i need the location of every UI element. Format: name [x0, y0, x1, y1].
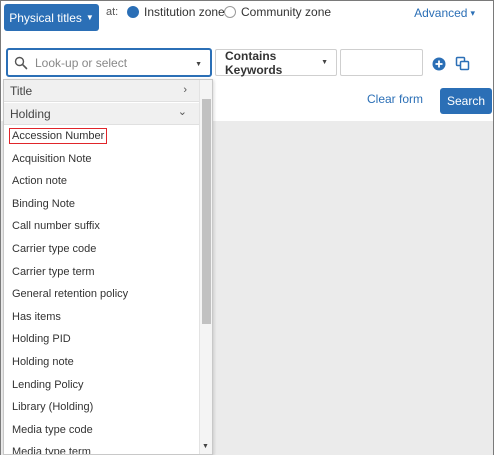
dropdown-item[interactable]: Action note [4, 170, 199, 193]
search-scope-button[interactable]: Physical titles ▼ [4, 4, 99, 31]
dropdown-item[interactable]: Binding Note [4, 193, 199, 216]
dropdown-item[interactable]: Library (Holding) [4, 396, 199, 419]
dropdown-item[interactable]: Acquisition Note [4, 148, 199, 171]
dropdown-item[interactable]: Carrier type term [4, 261, 199, 284]
duplicate-icon[interactable] [455, 56, 470, 71]
search-topbar: Physical titles ▼ at: Institution zone C… [1, 1, 494, 31]
scrollbar-thumb[interactable] [202, 99, 211, 324]
advanced-label: Advanced [414, 6, 468, 20]
add-row-icon[interactable] [432, 57, 446, 71]
group-label: Holding [10, 106, 51, 121]
dropdown-item[interactable]: Carrier type code [4, 238, 199, 261]
chevron-down-icon: ⌄ [177, 106, 187, 118]
chevron-down-icon: ▾ [470, 7, 475, 18]
radio-selected-icon [127, 6, 139, 18]
community-zone-label: Community zone [241, 5, 332, 19]
caret-down-icon: ▼ [85, 13, 94, 22]
search-window: Physical titles ▼ at: Institution zone C… [0, 0, 494, 455]
condition-label: Contains Keywords [225, 48, 283, 77]
search-value-input[interactable] [340, 49, 423, 76]
community-zone-radio[interactable]: Community zone [224, 5, 331, 19]
dropdown-item[interactable]: General retention policy [4, 283, 199, 306]
dropdown-group-holding[interactable]: Holding ⌄ [4, 103, 199, 125]
radio-unselected-icon [224, 6, 236, 18]
institution-zone-label: Institution zone [144, 5, 225, 19]
lookup-input[interactable] [33, 54, 193, 71]
at-label: at: [106, 6, 119, 18]
dropdown-arrow-icon: ▼ [321, 59, 328, 66]
dropdown-item[interactable]: Has items [4, 306, 199, 329]
search-button[interactable]: Search [440, 88, 492, 114]
dropdown-item-accession-number[interactable]: Accession Number [4, 125, 199, 148]
condition-select[interactable]: Contains Keywords ▼ [215, 48, 337, 77]
advanced-search-link[interactable]: Advanced ▾ [414, 6, 475, 20]
dropdown-item-list: Accession Number Acquisition Note Action… [4, 125, 199, 454]
group-label: Title [10, 83, 33, 98]
institution-zone-radio[interactable]: Institution zone [127, 5, 225, 19]
field-lookup-select[interactable]: ▼ [6, 48, 212, 77]
dropdown-item[interactable]: Holding note [4, 351, 199, 374]
chevron-right-icon: › [183, 84, 187, 96]
dropdown-scrollbar[interactable]: ▼ [199, 80, 212, 454]
dropdown-item[interactable]: Media type code [4, 419, 199, 442]
clear-form-link[interactable]: Clear form [367, 92, 423, 106]
search-scope-label: Physical titles [9, 10, 82, 25]
dropdown-item[interactable]: Lending Policy [4, 374, 199, 397]
scroll-down-arrow-icon[interactable]: ▼ [202, 443, 209, 450]
field-dropdown-menu: Title › Holding ⌄ Accession Number Acqui… [3, 79, 213, 455]
dropdown-item[interactable]: Call number suffix [4, 215, 199, 238]
search-icon [14, 56, 28, 69]
dropdown-arrow-icon[interactable]: ▼ [195, 61, 202, 68]
dropdown-item[interactable]: Holding PID [4, 328, 199, 351]
dropdown-group-title[interactable]: Title › [4, 80, 199, 102]
dropdown-item[interactable]: Media type term [4, 441, 199, 454]
